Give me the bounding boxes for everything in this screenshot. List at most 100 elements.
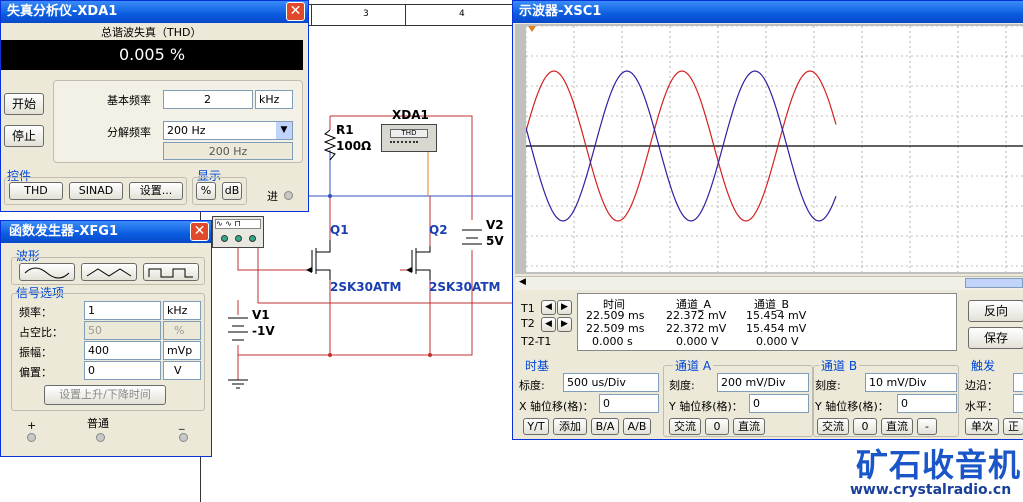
start-button[interactable]: 开始 bbox=[4, 93, 44, 115]
channel-a-zero-button[interactable]: 0 bbox=[705, 418, 729, 435]
reverse-button[interactable]: 反向 bbox=[968, 300, 1023, 322]
fundamental-label: 基本频率 bbox=[107, 94, 151, 107]
channel-a-ac-button[interactable]: 交流 bbox=[669, 418, 701, 435]
sine-wave-icon bbox=[24, 267, 70, 279]
trigger-level-input[interactable] bbox=[1013, 394, 1023, 413]
amplitude-unit[interactable]: mVp bbox=[163, 341, 201, 360]
t2-b: 15.454 mV bbox=[746, 322, 807, 335]
save-button[interactable]: 保存 bbox=[968, 327, 1023, 349]
channel-a-ypos-label: Y 轴位移(格)： bbox=[669, 400, 743, 413]
scope-background bbox=[526, 26, 1023, 272]
duty-unit: % bbox=[163, 321, 201, 340]
channel-b-group-label: 通道 B bbox=[819, 357, 860, 374]
channel-b-ypos-label: Y 轴位移(格)： bbox=[815, 400, 889, 413]
resolution-selected: 200 Hz bbox=[167, 124, 206, 137]
t1-left-arrow-icon[interactable]: ◀ bbox=[541, 300, 556, 315]
timebase-xpos-label: X 轴位移(格)： bbox=[519, 400, 594, 413]
timebase-group-label: 时基 bbox=[525, 359, 550, 373]
single-button[interactable]: 单次 bbox=[965, 418, 999, 435]
duty-label: 占空比： bbox=[19, 326, 63, 339]
triangle-wave-icon bbox=[86, 268, 132, 277]
scroll-thumb[interactable] bbox=[965, 278, 1023, 288]
ba-button[interactable]: B/A bbox=[591, 418, 619, 435]
channel-a-dc-button[interactable]: 直流 bbox=[733, 418, 765, 435]
channel-b-scale-label: 刻度: bbox=[815, 379, 841, 392]
stop-button[interactable]: 停止 bbox=[4, 125, 44, 147]
timebase-xpos-input[interactable]: 0 bbox=[599, 394, 659, 413]
settings-button[interactable]: 设置... bbox=[129, 182, 183, 200]
resolution-label: 分解频率 bbox=[107, 126, 151, 139]
t1-time: 22.509 ms bbox=[586, 309, 645, 322]
sinad-button[interactable]: SINAD bbox=[69, 182, 123, 200]
terminal-common[interactable] bbox=[96, 433, 105, 442]
scope-scrollbar[interactable]: ◀ bbox=[515, 276, 1023, 290]
function-generator-title: 函数发生器-XFG1 bbox=[1, 221, 211, 243]
input-terminal[interactable] bbox=[284, 191, 293, 200]
v2-ref: V2 bbox=[486, 218, 504, 232]
offset-input[interactable]: 0 bbox=[84, 361, 161, 380]
channel-a-group-label: 通道 A bbox=[673, 357, 714, 374]
xda-component[interactable]: THD bbox=[381, 124, 437, 152]
trigger-group-label: 触发 bbox=[971, 359, 996, 373]
terminal-plus-label: + bbox=[27, 419, 37, 432]
close-icon[interactable]: ✕ bbox=[190, 222, 209, 241]
t2-left-arrow-icon[interactable]: ◀ bbox=[541, 317, 556, 332]
channel-a-ypos-input[interactable]: 0 bbox=[749, 394, 809, 413]
r1-ref: R1 bbox=[336, 123, 354, 137]
channel-b-ypos-input[interactable]: 0 bbox=[897, 394, 957, 413]
v1-value: -1V bbox=[252, 324, 275, 338]
offset-unit[interactable]: V bbox=[163, 361, 201, 380]
scroll-left-icon[interactable]: ◀ bbox=[519, 277, 526, 287]
close-icon[interactable]: ✕ bbox=[286, 2, 305, 21]
t2-a: 22.372 mV bbox=[666, 322, 727, 335]
thd-button[interactable]: THD bbox=[9, 182, 63, 200]
percent-button[interactable]: % bbox=[196, 182, 216, 200]
square-wave-icon bbox=[148, 268, 193, 278]
chevron-down-icon[interactable]: ▼ bbox=[276, 122, 292, 139]
t1-right-arrow-icon[interactable]: ▶ bbox=[557, 300, 572, 315]
oscilloscope-window: 示波器-XSC1 ◀ T1 T2 T2-T1 ◀ ▶ ◀ ▶ 时间 通道_A 通… bbox=[512, 0, 1023, 440]
trigger-edge-label: 边沿： bbox=[965, 379, 998, 392]
thd-display: 0.005 % bbox=[1, 40, 303, 70]
terminal-minus-label: _ bbox=[179, 417, 185, 430]
amplitude-label: 振幅： bbox=[19, 346, 52, 359]
db-button[interactable]: dB bbox=[222, 182, 242, 200]
channel-b-scale-input[interactable]: 10 mV/Div bbox=[865, 373, 957, 392]
t2-right-arrow-icon[interactable]: ▶ bbox=[557, 317, 572, 332]
timebase-scale-label: 标度: bbox=[519, 379, 545, 392]
channel-b-zero-button[interactable]: 0 bbox=[853, 418, 877, 435]
frequency-unit[interactable]: kHz bbox=[163, 301, 201, 320]
timebase-scale-input[interactable]: 500 us/Div bbox=[563, 373, 659, 392]
xfg-component[interactable]: ∿ ∿ ⊓ bbox=[212, 216, 264, 248]
channel-b-minus-button[interactable]: - bbox=[917, 418, 937, 435]
triangle-wave-button[interactable] bbox=[81, 263, 137, 281]
fundamental-unit[interactable]: kHz bbox=[255, 90, 293, 109]
resolution-select[interactable]: 200 Hz ▼ bbox=[163, 121, 293, 140]
channel-b-ac-button[interactable]: 交流 bbox=[817, 418, 849, 435]
thd-value: 0.005 % bbox=[118, 45, 186, 64]
t2t1-b: 0.000 V bbox=[756, 335, 799, 348]
t2-label: T2 bbox=[521, 317, 535, 330]
v1-ref: V1 bbox=[252, 308, 270, 322]
trigger-edge-input[interactable] bbox=[1013, 373, 1023, 392]
terminal-minus[interactable] bbox=[179, 433, 188, 442]
terminal-plus[interactable] bbox=[27, 433, 36, 442]
positive-button[interactable]: 正 bbox=[1003, 418, 1023, 435]
yt-button[interactable]: Y/T bbox=[523, 418, 549, 435]
channel-b-dc-button[interactable]: 直流 bbox=[881, 418, 913, 435]
cursor-table: 时间 通道_A 通道_B 22.509 ms 22.372 mV 15.454 … bbox=[577, 293, 957, 351]
sine-wave-button[interactable] bbox=[19, 263, 75, 281]
ab-button[interactable]: A/B bbox=[623, 418, 651, 435]
duty-input: 50 bbox=[84, 321, 161, 340]
q2-model: 2SK30ATM bbox=[429, 280, 501, 294]
q1-ref: Q1 bbox=[330, 223, 349, 237]
xda-box-label: THD bbox=[390, 129, 428, 138]
frequency-input[interactable]: 1 bbox=[84, 301, 161, 320]
t1-label: T1 bbox=[521, 302, 535, 315]
fundamental-input[interactable]: 2 bbox=[163, 90, 253, 109]
channel-a-scale-input[interactable]: 200 mV/Div bbox=[717, 373, 809, 392]
square-wave-button[interactable] bbox=[143, 263, 199, 281]
distortion-analyzer-window: 失真分析仪-XDA1 ✕ 总谐波失真（THD） 0.005 % 开始 停止 基本… bbox=[0, 0, 309, 212]
add-button[interactable]: 添加 bbox=[553, 418, 587, 435]
amplitude-input[interactable]: 400 bbox=[84, 341, 161, 360]
